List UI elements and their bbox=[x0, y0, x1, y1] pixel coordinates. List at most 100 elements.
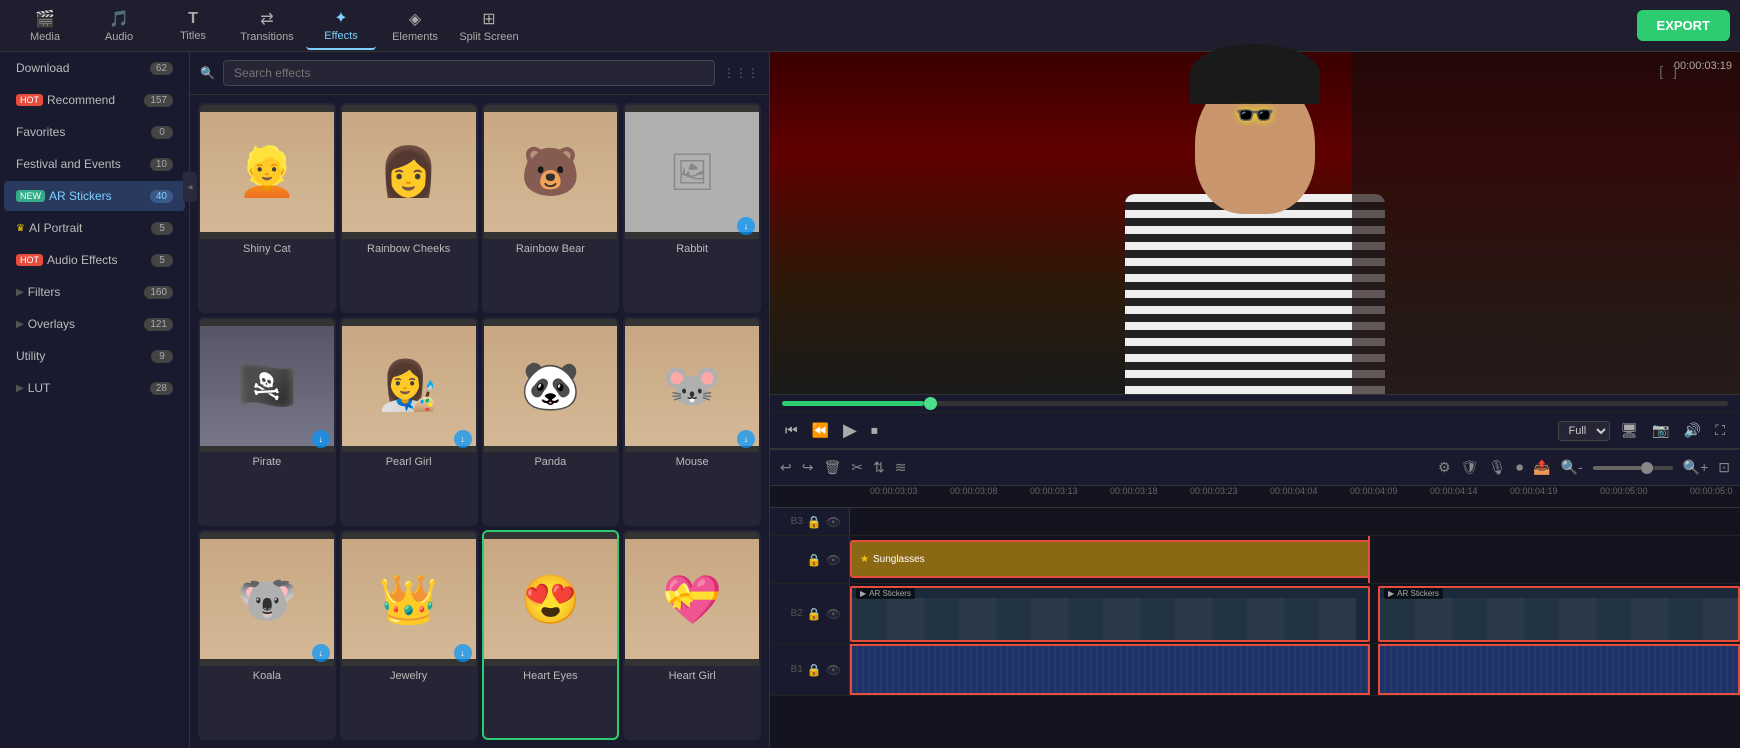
splitscreen-icon: ⊞ bbox=[482, 9, 495, 29]
effect-card-pearl-girl[interactable]: 👩‍🎨 ↓ Pearl Girl bbox=[340, 317, 478, 527]
sidebar-item-favorites[interactable]: Favorites 0 bbox=[4, 117, 185, 147]
mic-btn[interactable]: 🎙 bbox=[1488, 459, 1506, 476]
timeline-toolbar: ↩ ↪ 🗑 ✂ ⇅ ≋ ⚙ 🛡 🎙 ⏺ 📤 🔍- 🔍+ ⊡ bbox=[770, 450, 1740, 486]
sidebar-item-filters[interactable]: ▶ Filters 160 bbox=[4, 277, 185, 307]
effect-card-rabbit[interactable]: 🖼 ↓ Rabbit bbox=[623, 103, 761, 313]
waveform-clip-2[interactable] bbox=[1378, 644, 1740, 695]
effect-card-rainbow-cheeks[interactable]: 👩 Rainbow Cheeks bbox=[340, 103, 478, 313]
effect-card-koala[interactable]: 🐨 ↓ Koala bbox=[198, 530, 336, 740]
zoom-out-btn[interactable]: 🔍- bbox=[1561, 459, 1583, 476]
timeline-tracks: B3 🔒 👁 🔒 👁 ★ bbox=[770, 508, 1740, 748]
screenshot-btn[interactable]: 📷 bbox=[1649, 419, 1672, 442]
step-back-btn[interactable]: ⏪ bbox=[809, 419, 832, 442]
progress-handle[interactable] bbox=[924, 397, 937, 410]
sticker-eye-icon: 👁 bbox=[826, 553, 841, 567]
timeline: ↩ ↪ 🗑 ✂ ⇅ ≋ ⚙ 🛡 🎙 ⏺ 📤 🔍- 🔍+ ⊡ bbox=[770, 448, 1740, 748]
clip-ar-stickers-1[interactable]: ▶ AR Stickers bbox=[850, 586, 1370, 642]
sidebar-item-ai-portrait[interactable]: ♛ AI Portrait 5 bbox=[4, 213, 185, 243]
volume-btn[interactable]: 🔊 bbox=[1681, 419, 1704, 442]
export-button[interactable]: EXPORT bbox=[1637, 10, 1730, 41]
audio-icon: 🎵 bbox=[109, 9, 129, 29]
toolbar-splitscreen[interactable]: ⊞ Split Screen bbox=[454, 2, 524, 50]
play-btn[interactable]: ▶ bbox=[840, 417, 860, 444]
collapse-icon: ◂ bbox=[187, 182, 190, 193]
effect-card-mouse[interactable]: 🐭 ↓ Mouse bbox=[623, 317, 761, 527]
grid-options-icon[interactable]: ⋮⋮⋮ bbox=[723, 66, 759, 80]
clip-sunglasses[interactable]: ★ Sunglasses bbox=[850, 540, 1370, 578]
media-icon: 🎬 bbox=[35, 9, 55, 29]
sidebar-item-recommend[interactable]: HOT Recommend 157 bbox=[4, 85, 185, 115]
track-control-b2: B2 🔒 👁 bbox=[770, 584, 850, 643]
track-content-video: ▶ AR Stickers bbox=[850, 584, 1740, 643]
search-icon: 🔍 bbox=[200, 66, 215, 80]
track-row-header: B3 🔒 👁 bbox=[770, 508, 1740, 536]
wave-btn[interactable]: ≋ bbox=[895, 459, 907, 476]
toolbar-media[interactable]: 🎬 Media bbox=[10, 2, 80, 50]
sidebar-collapse-btn[interactable]: ◂ bbox=[183, 172, 190, 202]
effects-grid: 👱 Shiny Cat 👩 Rainbow Cheeks 🐻 bbox=[190, 95, 769, 748]
export2-btn[interactable]: 📤 bbox=[1533, 459, 1550, 476]
effects-search-bar: 🔍 ⋮⋮⋮ bbox=[190, 52, 769, 95]
zoom-slider[interactable] bbox=[1593, 466, 1673, 470]
sidebar-item-utility[interactable]: Utility 9 bbox=[4, 341, 185, 371]
effect-card-shiny-cat[interactable]: 👱 Shiny Cat bbox=[198, 103, 336, 313]
cut-btn[interactable]: ✂ bbox=[851, 459, 863, 476]
clip-ar-stickers-2[interactable]: ▶ AR Stickers bbox=[1378, 586, 1740, 642]
bracket-right-btn[interactable]: ] bbox=[1670, 60, 1680, 82]
effect-card-jewelry[interactable]: 👑 ↓ Jewelry bbox=[340, 530, 478, 740]
video-lock-icon: 🔒 bbox=[807, 607, 822, 621]
skip-back-btn[interactable]: ⏮ bbox=[782, 419, 801, 442]
shield-btn[interactable]: 🛡 bbox=[1461, 459, 1479, 476]
effect-card-panda[interactable]: 🐼 Panda bbox=[482, 317, 620, 527]
settings-btn[interactable]: ⚙ bbox=[1438, 459, 1451, 476]
sticker-lock-icon: 🔒 bbox=[807, 553, 822, 567]
sidebar-item-audio-effects[interactable]: HOT Audio Effects 5 bbox=[4, 245, 185, 275]
sidebar-item-lut[interactable]: ▶ LUT 28 bbox=[4, 373, 185, 403]
sidebar-item-ar-stickers[interactable]: NEW AR Stickers 40 bbox=[4, 181, 185, 211]
toolbar-effects[interactable]: ✦ Effects bbox=[306, 2, 376, 50]
monitor-btn[interactable]: 🖥 bbox=[1618, 419, 1642, 442]
effect-card-heart-eyes[interactable]: 😍 Heart Eyes bbox=[482, 530, 620, 740]
waveform-clip-1[interactable] bbox=[850, 644, 1370, 695]
redo-btn[interactable]: ↪ bbox=[802, 459, 814, 476]
titles-icon: T bbox=[188, 10, 198, 28]
progress-filled bbox=[782, 401, 924, 406]
effects-panel: 🔍 ⋮⋮⋮ 👱 Shiny Cat 👩 Rainbo bbox=[190, 52, 770, 748]
effect-card-pirate[interactable]: 🏴‍☠️ ↓ Pirate bbox=[198, 317, 336, 527]
sidebar-item-festival[interactable]: Festival and Events 10 bbox=[4, 149, 185, 179]
preview-progress-bar-row bbox=[770, 394, 1740, 412]
toolbar-transitions[interactable]: ⇄ Transitions bbox=[232, 2, 302, 50]
fit-btn[interactable]: ⊡ bbox=[1718, 459, 1730, 476]
elements-icon: ◈ bbox=[409, 9, 421, 29]
ar-sticker-sunglasses: 🕶️ bbox=[1235, 96, 1275, 134]
undo-btn[interactable]: ↩ bbox=[780, 459, 792, 476]
stop-btn[interactable]: ⏹ bbox=[868, 419, 881, 442]
effect-card-rainbow-bear[interactable]: 🐻 Rainbow Bear bbox=[482, 103, 620, 313]
bracket-left-btn[interactable]: [ bbox=[1656, 60, 1666, 82]
record-btn[interactable]: ⏺ bbox=[1516, 459, 1523, 476]
eye-icon: 👁 bbox=[826, 515, 841, 529]
right-panel: 🕶️ 00:00:03:19 [ ] ⏮ ⏪ ▶ ⏹ bbox=[770, 52, 1740, 748]
zoom-in-btn[interactable]: 🔍+ bbox=[1683, 459, 1709, 476]
track-control-b1: B1 🔒 👁 bbox=[770, 644, 850, 695]
toolbar-elements[interactable]: ◈ Elements bbox=[380, 2, 450, 50]
toolbar-titles[interactable]: T Titles bbox=[158, 2, 228, 50]
top-toolbar: 🎬 Media 🎵 Audio T Titles ⇄ Transitions ✦… bbox=[0, 0, 1740, 52]
quality-select[interactable]: Full bbox=[1558, 421, 1610, 441]
left-sidebar: ◂ Download 62 HOT Recommend 157 Favorite… bbox=[0, 52, 190, 748]
sidebar-item-download[interactable]: Download 62 bbox=[4, 53, 185, 83]
audio-lock-icon: 🔒 bbox=[807, 663, 822, 677]
sidebar-item-overlays[interactable]: ▶ Overlays 121 bbox=[4, 309, 185, 339]
effect-card-heart-girl[interactable]: 💝 Heart Girl bbox=[623, 530, 761, 740]
adjust-btn[interactable]: ⇅ bbox=[873, 459, 885, 476]
track-control-b3: B3 🔒 👁 bbox=[770, 508, 850, 535]
preview-progress[interactable] bbox=[782, 401, 1728, 406]
fullscreen-btn[interactable]: ⛶ bbox=[1712, 419, 1728, 442]
toolbar-audio[interactable]: 🎵 Audio bbox=[84, 2, 154, 50]
playback-controls: ⏮ ⏪ ▶ ⏹ Full 🖥 📷 🔊 ⛶ bbox=[770, 412, 1740, 448]
track-control-sticker: 🔒 👁 bbox=[770, 536, 850, 583]
track-row-audio: B1 🔒 👁 bbox=[770, 644, 1740, 696]
search-input[interactable] bbox=[223, 60, 715, 86]
track-row-sticker: 🔒 👁 ★ Sunglasses ▼ bbox=[770, 536, 1740, 584]
delete-btn[interactable]: 🗑 bbox=[823, 459, 841, 476]
